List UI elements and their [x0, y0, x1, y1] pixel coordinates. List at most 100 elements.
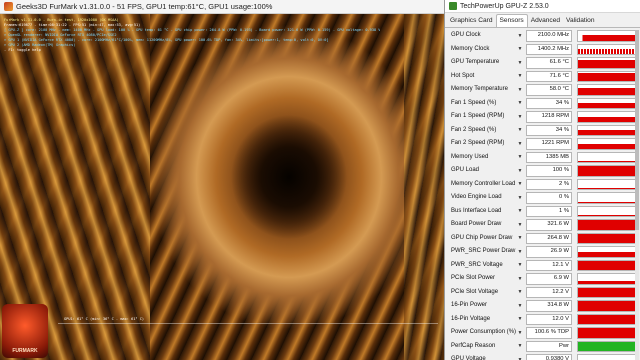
tab-advanced[interactable]: Advanced	[528, 15, 563, 27]
sensor-graph	[577, 205, 637, 217]
sensor-label: 16-Pin Power	[451, 302, 488, 308]
sensor-graph-fill	[578, 234, 636, 243]
sensor-value: 0.9380 V	[526, 354, 572, 360]
sensor-graph	[577, 111, 637, 123]
sensor-dropdown-icon[interactable]: ▼	[517, 260, 523, 272]
furmark-window: Geeks3D FurMark v1.31.0.0 - 51 FPS, GPU1…	[0, 0, 444, 360]
sensor-graph	[577, 246, 637, 258]
tab-graphics-card[interactable]: Graphics Card	[447, 15, 496, 27]
temperature-graph-label: GPU1: 61° C (min: 36° C - max: 61° C)	[64, 317, 145, 321]
sensor-value: 12.2 V	[526, 286, 572, 298]
furmark-logo: FURMARK	[2, 304, 48, 358]
sensor-graph-fill	[578, 280, 636, 284]
sensor-dropdown-icon[interactable]: ▼	[517, 179, 523, 191]
sensor-dropdown-icon[interactable]: ▼	[517, 354, 523, 360]
sensor-dropdown-icon[interactable]: ▼	[517, 152, 523, 164]
sensor-graph-fill	[578, 328, 636, 338]
gpuz-title-bar[interactable]: TechPowerUp GPU-Z 2.53.0	[445, 0, 640, 13]
sensor-dropdown-icon[interactable]: ▼	[517, 111, 523, 123]
sensor-graph	[577, 43, 637, 55]
sensor-dropdown-icon[interactable]: ▼	[517, 341, 523, 353]
sensor-dropdown-icon[interactable]: ▼	[517, 327, 523, 339]
sensor-graph	[577, 84, 637, 96]
sensor-graph-fill	[578, 220, 636, 230]
sensor-dropdown-icon[interactable]: ▼	[517, 219, 523, 231]
sensor-dropdown-icon[interactable]: ▼	[517, 314, 523, 326]
sensor-row: 16-Pin Voltage ▼ 12.0 V	[451, 313, 637, 326]
sensor-dropdown-icon[interactable]: ▼	[517, 165, 523, 177]
sensor-graph-fill	[578, 341, 636, 351]
tab-sensors[interactable]: Sensors	[495, 14, 528, 27]
sensor-value: 12.0 V	[526, 313, 572, 325]
sensor-row: PWR_SRC Power Draw ▼ 26.9 W	[451, 246, 637, 258]
sensor-value: 61.6 °C	[526, 57, 572, 69]
sensor-graph	[577, 151, 637, 163]
sensor-dropdown-icon[interactable]: ▼	[517, 273, 523, 285]
sensor-label: Memory Clock	[451, 45, 490, 52]
sensor-graph-fill	[578, 288, 636, 297]
sensor-graph-fill	[578, 201, 636, 203]
sensor-label: PWR_SRC Voltage	[451, 261, 503, 268]
sensor-row: Video Engine Load ▼ 0 %	[451, 192, 637, 204]
sensor-dropdown-icon[interactable]: ▼	[517, 138, 523, 150]
sensor-label: Board Power Draw	[451, 221, 502, 227]
sensor-label: Memory Temperature	[451, 86, 508, 92]
sensor-graph	[577, 232, 637, 244]
furmark-logo-label: FURMARK	[12, 348, 38, 354]
sensor-row: Hot Spot ▼ 71.6 °C	[451, 70, 637, 83]
sensor-label: PerfCap Reason	[451, 342, 496, 349]
sensor-dropdown-icon[interactable]: ▼	[517, 30, 523, 42]
sensor-value: 100 %	[526, 165, 572, 177]
sensor-value: 1218 RPM	[526, 111, 572, 123]
sensor-row: Memory Clock ▼ 1400.2 MHz	[451, 43, 637, 56]
sensor-value: 314.8 W	[526, 300, 572, 312]
sensor-value: 264.8 W	[526, 232, 572, 244]
sensor-dropdown-icon[interactable]: ▼	[517, 287, 523, 299]
sensor-value: 58.0 °C	[526, 84, 572, 96]
sensor-dropdown-icon[interactable]: ▼	[517, 206, 523, 218]
sensor-dropdown-icon[interactable]: ▼	[517, 192, 523, 204]
sensor-dropdown-icon[interactable]: ▼	[517, 44, 523, 56]
sensor-dropdown-icon[interactable]: ▼	[517, 71, 523, 83]
sensor-value: 321.6 W	[526, 219, 572, 231]
sensor-row: GPU Voltage ▼ 0.9380 V	[451, 354, 637, 360]
sensor-label: GPU Chip Power Draw	[451, 234, 513, 241]
sensor-label: Memory Controller Load	[451, 180, 516, 187]
hud-line: - F1: toggle help	[4, 48, 41, 52]
sensor-label: Fan 1 Speed (%)	[451, 99, 497, 106]
sensor-label: PWR_SRC Power Draw	[451, 248, 516, 254]
sensor-graph-fill	[578, 143, 636, 149]
furmark-render-view[interactable]: FurMark v1.31.0.0 - Burn-in test, 1920x1…	[0, 14, 444, 360]
sensor-row: Memory Controller Load ▼ 2 %	[451, 178, 637, 191]
sensor-graph	[577, 313, 637, 325]
sensor-value: 1 %	[526, 205, 572, 217]
sensor-dropdown-icon[interactable]: ▼	[517, 300, 523, 312]
sensor-dropdown-icon[interactable]: ▼	[517, 84, 523, 96]
gpuz-tab-bar: Graphics Card Sensors Advanced Validation	[445, 14, 640, 28]
sensor-label: Power Consumption (%)	[451, 329, 517, 335]
sensor-graph-fill	[578, 103, 636, 108]
sensor-row: Fan 2 Speed (%) ▼ 34 %	[451, 124, 637, 137]
furmark-title-bar[interactable]: Geeks3D FurMark v1.31.0.0 - 51 FPS, GPU1…	[0, 0, 444, 14]
sensor-graph	[577, 354, 637, 360]
sensor-value: 1221 RPM	[526, 138, 572, 150]
sensor-graph	[577, 327, 637, 339]
sensor-value: 71.6 °C	[526, 70, 572, 82]
tab-validation[interactable]: Validation	[563, 15, 597, 27]
sensor-graph	[577, 57, 637, 69]
sensor-label: Bus Interface Load	[451, 207, 502, 214]
sensor-row: 16-Pin Power ▼ 314.8 W	[451, 300, 637, 312]
sensor-dropdown-icon[interactable]: ▼	[517, 57, 523, 69]
sensor-dropdown-icon[interactable]: ▼	[517, 125, 523, 137]
sensor-label: GPU Temperature	[451, 59, 500, 65]
sensor-graph-fill	[578, 161, 636, 162]
sensor-graph	[577, 219, 637, 231]
sensor-scrollbar[interactable]	[635, 30, 639, 360]
sensor-row: PWR_SRC Voltage ▼ 12.1 V	[451, 259, 637, 272]
sensor-value: Pwr	[526, 340, 572, 352]
scrollbar-thumb[interactable]	[635, 30, 639, 230]
sensor-dropdown-icon[interactable]: ▼	[517, 246, 523, 258]
sensor-dropdown-icon[interactable]: ▼	[517, 98, 523, 110]
sensor-dropdown-icon[interactable]: ▼	[517, 233, 523, 245]
sensor-graph-fill	[578, 73, 636, 81]
